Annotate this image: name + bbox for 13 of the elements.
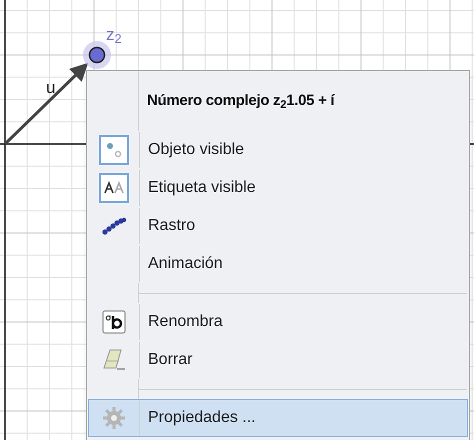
menu-item[interactable]: Animación bbox=[88, 245, 468, 283]
menu-item[interactable]: Etiqueta visible bbox=[88, 169, 468, 207]
point[interactable] bbox=[88, 46, 106, 64]
menu-title: Número complejo z$_{2}$1.05 + í bbox=[147, 90, 334, 112]
menu-item[interactable]: Renombra bbox=[88, 303, 468, 341]
objects-icon bbox=[99, 135, 129, 165]
menu-item[interactable]: Propiedades ... bbox=[88, 399, 468, 437]
vector-label: u bbox=[46, 79, 56, 96]
menu-item[interactable]: Objeto visible bbox=[88, 131, 468, 169]
letters-icon bbox=[99, 173, 129, 203]
menu-item[interactable]: Borrar bbox=[88, 341, 468, 379]
menu-item[interactable]: Rastro bbox=[88, 207, 468, 245]
point-label: z$_{2}$ bbox=[106, 26, 122, 43]
